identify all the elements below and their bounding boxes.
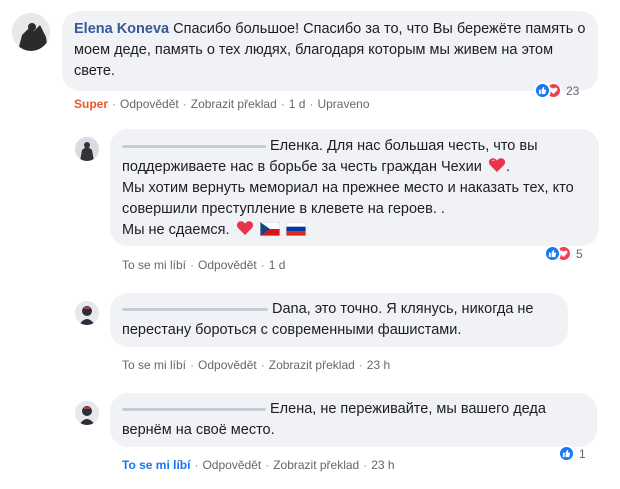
reply-button[interactable]: Odpovědět bbox=[198, 258, 257, 272]
like-icon bbox=[558, 445, 575, 462]
super-reaction-button[interactable]: Super bbox=[74, 97, 108, 111]
avatar[interactable] bbox=[75, 137, 99, 161]
comment-bubble: Dana, это точно. Я клянусь, никогда не п… bbox=[110, 293, 568, 347]
edited-label[interactable]: Upraveno bbox=[317, 97, 369, 111]
heart-emoji bbox=[236, 221, 253, 235]
redacted-name bbox=[122, 407, 266, 411]
comment-actions: To se mi líbí · Odpovědět · Zobrazit překlad… bbox=[122, 458, 395, 472]
reply-button[interactable]: Odpovědět bbox=[120, 97, 179, 111]
comment-text: Мы не сдаемся. bbox=[122, 222, 230, 238]
reaction-count: 23 bbox=[566, 83, 580, 98]
like-icon bbox=[544, 245, 561, 262]
like-button[interactable]: To se mi líbí bbox=[122, 458, 190, 472]
heart-emoji bbox=[488, 158, 506, 172]
comment-text: Мы хотим вернуть мемориал на прежнее мес… bbox=[122, 180, 574, 217]
avatar[interactable] bbox=[75, 401, 99, 425]
timestamp[interactable]: 1 d bbox=[269, 258, 286, 272]
comment-text: вернём на своё место. bbox=[122, 422, 275, 438]
reply-button[interactable]: Odpovědět bbox=[198, 358, 257, 372]
reaction-summary[interactable]: 23 bbox=[534, 82, 579, 99]
comment-text: Dana, это точно. Я клянусь, никогда не bbox=[272, 301, 534, 317]
reaction-count: 1 bbox=[579, 446, 586, 461]
comment-text: Еленка. Для нас большая честь, что вы bbox=[270, 138, 538, 154]
translate-button[interactable]: Zobrazit překlad bbox=[273, 458, 359, 472]
redacted-name bbox=[122, 307, 268, 311]
reaction-summary[interactable]: 5 bbox=[544, 245, 583, 262]
redacted-name bbox=[122, 144, 266, 148]
comment-actions: Super · Odpovědět · Zobrazit překlad · 1 d · Upr… bbox=[74, 97, 370, 111]
translate-button[interactable]: Zobrazit překlad bbox=[269, 358, 355, 372]
comment-text: поддерживаете нас в борьбе за честь граж… bbox=[122, 159, 482, 175]
comment-bubble: Еленка. Для нас большая честь, что вы по… bbox=[110, 129, 599, 246]
like-button[interactable]: To se mi líbí bbox=[122, 258, 186, 272]
like-icon bbox=[534, 82, 551, 99]
comment-text: перестану бороться с современными фашист… bbox=[122, 322, 462, 338]
like-button[interactable]: To se mi líbí bbox=[122, 358, 186, 372]
reply-button[interactable]: Odpovědět bbox=[202, 458, 261, 472]
avatar[interactable] bbox=[12, 13, 50, 51]
translate-button[interactable]: Zobrazit překlad bbox=[191, 97, 277, 111]
reaction-summary[interactable]: 1 bbox=[558, 445, 586, 462]
russian-flag bbox=[285, 222, 306, 236]
reaction-count: 5 bbox=[576, 246, 583, 261]
comment-bubble: Elena Koneva Спасибо большое! Спасибо за… bbox=[62, 11, 598, 91]
timestamp[interactable]: 23 h bbox=[371, 458, 394, 472]
timestamp[interactable]: 23 h bbox=[367, 358, 390, 372]
comment-text: Елена, не переживайте, мы вашего деда bbox=[270, 401, 546, 417]
comment-actions: To se mi líbí · Odpovědět · Zobrazit překlad… bbox=[122, 358, 391, 372]
comment-actions: To se mi líbí · Odpovědět · 1 d bbox=[122, 258, 286, 272]
czech-flag bbox=[259, 222, 280, 236]
avatar[interactable] bbox=[75, 301, 99, 325]
timestamp[interactable]: 1 d bbox=[289, 97, 306, 111]
comment-author[interactable]: Elena Koneva bbox=[74, 21, 169, 37]
comment-bubble: Елена, не переживайте, мы вашего деда ве… bbox=[110, 393, 597, 447]
